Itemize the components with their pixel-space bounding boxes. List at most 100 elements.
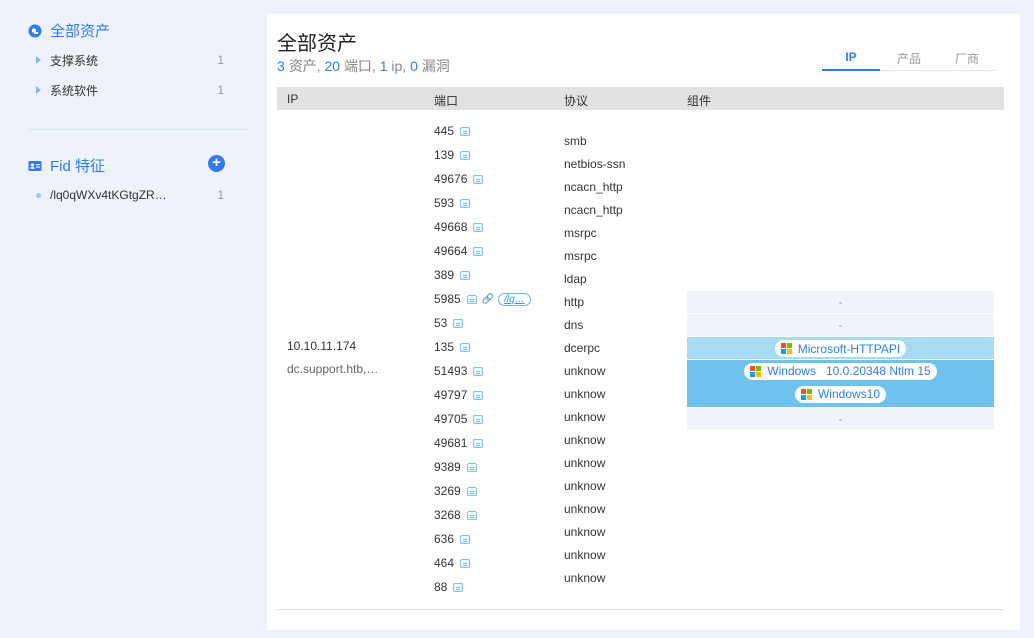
sidebar-item-support-system[interactable]: 支撑系统 1 — [36, 50, 224, 70]
port-number: 49676 — [434, 172, 468, 186]
all-assets-nav[interactable]: 全部资产 — [28, 20, 110, 41]
tab-product[interactable]: 产品 — [880, 50, 938, 71]
ips-label: ip, — [391, 58, 411, 74]
fid-feature-label: Fid 特征 — [50, 158, 106, 175]
ips-count: 1 — [379, 58, 388, 74]
port-item[interactable]: 5985 🔗 /lq… — [434, 290, 531, 308]
port-number: 49681 — [434, 436, 468, 450]
port-item[interactable]: 389 — [434, 266, 471, 284]
component-row: Windows 10.0.20348 Ntlm 15 Windows10 — [687, 360, 994, 407]
protocol-item: dcerpc — [564, 341, 601, 355]
port-item[interactable]: 53 — [434, 314, 464, 332]
component-tag-label: Microsoft-HTTPAPI — [797, 341, 901, 356]
column-header-ip: IP — [287, 92, 299, 106]
vulns-count: 0 — [410, 58, 418, 74]
component-row: - — [687, 291, 994, 313]
component-row: - — [687, 314, 994, 336]
protocol-item: smb — [564, 134, 587, 148]
port-number: 389 — [434, 268, 455, 282]
sidebar-item-system-software[interactable]: 系统软件 1 — [36, 80, 224, 100]
protocol-item: unknow — [564, 456, 606, 470]
port-item[interactable]: 88 — [434, 578, 464, 596]
port-item[interactable]: 3269 — [434, 482, 477, 500]
port-item[interactable]: 49797 — [434, 386, 484, 404]
sidebar-divider — [28, 129, 248, 130]
detail-icon[interactable] — [460, 558, 471, 568]
windows-logo-icon — [800, 389, 812, 401]
detail-icon[interactable] — [460, 150, 471, 160]
port-item[interactable]: 3268 — [434, 506, 477, 524]
port-item[interactable]: 49664 — [434, 242, 484, 260]
tab-ip[interactable]: IP — [822, 50, 880, 71]
detail-icon[interactable] — [473, 222, 484, 232]
ip-address[interactable]: 10.10.11.174 — [287, 339, 356, 353]
protocol-item: unknow — [564, 410, 606, 424]
detail-icon[interactable] — [460, 534, 471, 544]
port-number: 9389 — [434, 460, 461, 474]
detail-icon[interactable] — [473, 366, 484, 376]
detail-icon[interactable] — [466, 294, 477, 304]
component-tag-version: 10.0.20348 Ntlm 15 — [825, 364, 931, 379]
all-assets-label: 全部资产 — [50, 23, 111, 40]
port-item[interactable]: 636 — [434, 530, 471, 548]
port-item[interactable]: 51493 — [434, 362, 484, 380]
port-number: 3269 — [434, 484, 461, 498]
column-header-component: 组件 — [687, 94, 712, 108]
port-number: 139 — [434, 148, 455, 162]
link-icon[interactable]: 🔗 — [482, 294, 494, 305]
windows-logo-icon — [750, 366, 762, 378]
detail-icon[interactable] — [466, 462, 477, 472]
tab-vendor[interactable]: 厂商 — [938, 50, 996, 71]
column-header-port: 端口 — [434, 94, 459, 108]
port-item[interactable]: 593 — [434, 194, 471, 212]
port-number: 51493 — [434, 364, 468, 378]
add-fid-button[interactable]: + — [208, 155, 225, 172]
sidebar-item-fid[interactable]: /lq0qWXv4tKGtgZR… 1 — [36, 185, 224, 205]
detail-icon[interactable] — [460, 270, 471, 280]
table-header: IP 端口 协议 组件 — [277, 87, 1004, 110]
assets-icon — [28, 24, 42, 37]
protocol-item: unknow — [564, 364, 606, 378]
port-number: 5985 — [434, 292, 461, 306]
port-number: 49797 — [434, 388, 468, 402]
ports-count: 20 — [324, 58, 341, 74]
component-empty: - — [838, 318, 843, 332]
vulns-label: 漏洞 — [421, 58, 450, 74]
fid-feature-nav[interactable]: Fid 特征 — [28, 155, 105, 176]
port-item[interactable]: 49668 — [434, 218, 484, 236]
detail-icon[interactable] — [460, 198, 471, 208]
component-tag[interactable]: Windows10 — [794, 386, 887, 404]
detail-icon[interactable] — [460, 126, 471, 136]
component-row: - — [687, 408, 994, 430]
column-header-protocol: 协议 — [564, 94, 589, 108]
detail-icon[interactable] — [473, 174, 484, 184]
assets-count: 3 — [277, 58, 285, 74]
detail-icon[interactable] — [473, 438, 484, 448]
detail-icon[interactable] — [466, 486, 477, 496]
port-item[interactable]: 49676 — [434, 170, 484, 188]
protocol-item: unknow — [564, 502, 606, 516]
port-item[interactable]: 49681 — [434, 434, 484, 452]
detail-icon[interactable] — [473, 390, 484, 400]
detail-icon[interactable] — [473, 414, 484, 424]
protocol-item: ncacn_http — [564, 203, 623, 217]
port-item[interactable]: 49705 — [434, 410, 484, 428]
url-link[interactable]: /lq… — [498, 292, 531, 306]
detail-icon[interactable] — [453, 318, 464, 328]
ports-label: 端口, — [343, 58, 380, 74]
detail-icon[interactable] — [473, 246, 484, 256]
component-tag[interactable]: Windows 10.0.20348 Ntlm 15 — [744, 363, 937, 381]
port-item[interactable]: 135 — [434, 338, 471, 356]
port-item[interactable]: 9389 — [434, 458, 477, 476]
table-bottom-border — [277, 609, 1004, 610]
protocol-item: unknow — [564, 479, 606, 493]
port-number: 445 — [434, 124, 455, 138]
port-item[interactable]: 139 — [434, 146, 471, 164]
detail-icon[interactable] — [453, 582, 464, 592]
port-item[interactable]: 464 — [434, 554, 471, 572]
detail-icon[interactable] — [460, 342, 471, 352]
detail-icon[interactable] — [466, 510, 477, 520]
component-tag[interactable]: Microsoft-HTTPAPI — [774, 340, 907, 358]
port-number: 593 — [434, 196, 455, 210]
port-item[interactable]: 445 — [434, 122, 471, 140]
